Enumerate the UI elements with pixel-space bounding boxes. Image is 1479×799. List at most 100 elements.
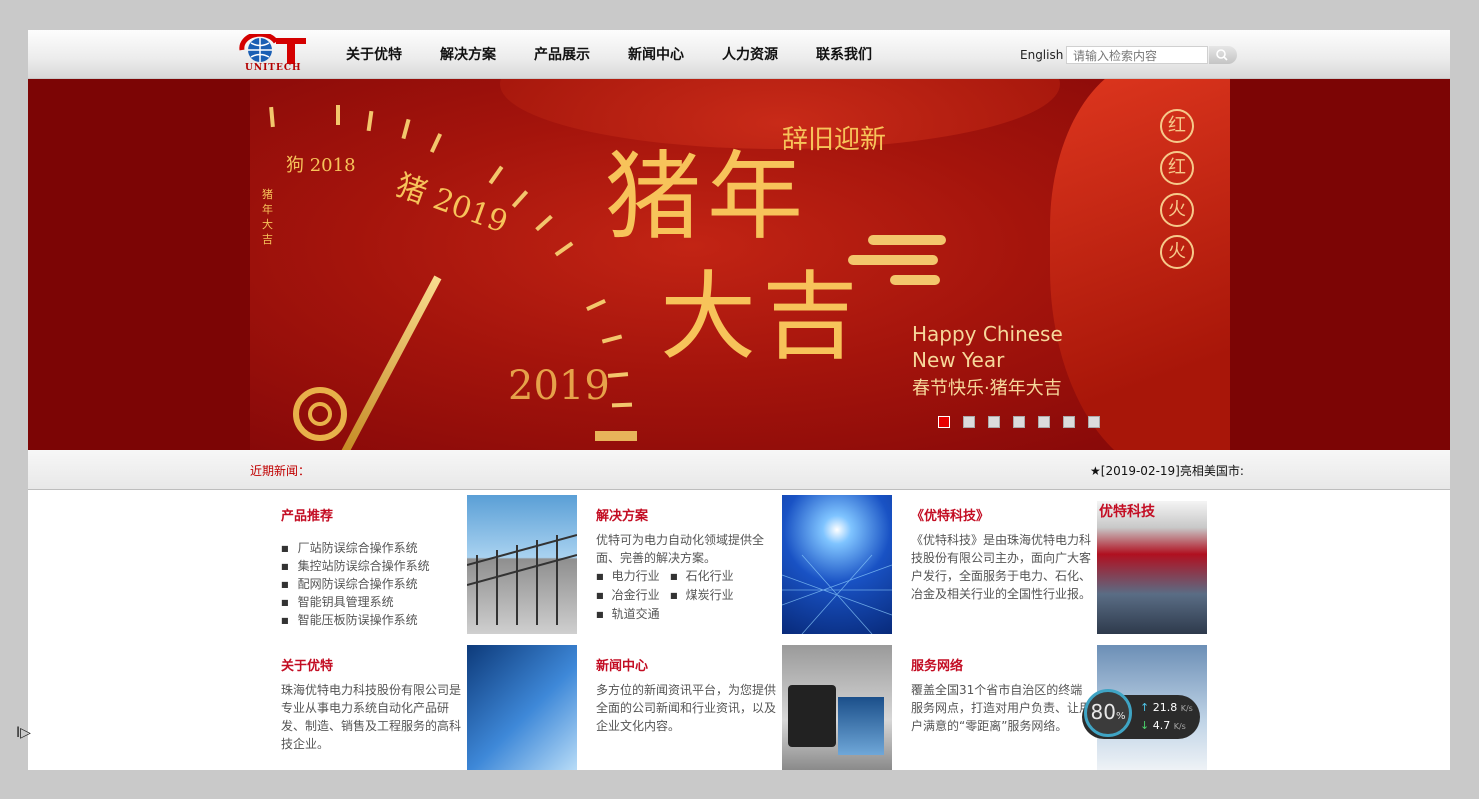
solution-item[interactable]: 电力行业 [596, 567, 670, 586]
slider-dot-4[interactable] [1013, 416, 1025, 428]
download-speed: ↓ 4.7 K/s [1140, 719, 1186, 732]
search-icon [1216, 49, 1228, 61]
dial-tick [535, 214, 553, 232]
nav-solutions[interactable]: 解决方案 [440, 44, 496, 64]
dial-base [595, 431, 637, 441]
logo-text: UNITECH [245, 63, 302, 73]
upload-arrow-icon: ↑ [1140, 701, 1150, 714]
product-item[interactable]: 智能钥具管理系统 [281, 593, 430, 611]
dial-tick [336, 105, 340, 125]
speed-percent-ring: 80% [1084, 689, 1132, 737]
news-bar: 近期新闻： ★[2019-02-19]亮相美国市: [28, 450, 1450, 490]
news-image[interactable] [782, 645, 892, 770]
nav-contact[interactable]: 联系我们 [816, 44, 872, 64]
slider-dot-3[interactable] [988, 416, 1000, 428]
network-graphic [782, 554, 892, 634]
nav-hr[interactable]: 人力资源 [722, 44, 778, 64]
slider-dot-7[interactable] [1088, 416, 1100, 428]
cloud-decoration [848, 255, 938, 265]
cloud-decoration [890, 275, 940, 285]
upload-speed: ↑ 21.8 K/s [1140, 701, 1193, 714]
ornament-icon [293, 387, 347, 441]
speed-percent: 80 [1090, 700, 1116, 724]
banner-gou-text: 狗 2018 [286, 155, 356, 176]
about-title[interactable]: 关于优特 [281, 655, 333, 674]
circle-char-3: 火 [1160, 193, 1194, 227]
magazine-cover-title: 优特科技 [1099, 504, 1155, 520]
news-title[interactable]: 新闻中心 [596, 655, 648, 674]
solution-item[interactable]: 轨道交通 [596, 605, 670, 624]
nav-about[interactable]: 关于优特 [346, 44, 402, 64]
products-title[interactable]: 产品推荐 [281, 505, 333, 524]
search-input[interactable]: 请输入检索内容 [1066, 46, 1208, 64]
service-title[interactable]: 服务网络 [911, 655, 963, 674]
news-desc: 多方位的新闻资讯平台，为您提供全面的公司新闻和行业资讯，以及企业文化内容。 [596, 683, 777, 733]
substation-image[interactable] [467, 495, 577, 634]
page: UNITECH 关于优特 解决方案 产品展示 新闻中心 人力资源 联系我们 En… [28, 30, 1450, 770]
product-item[interactable]: 智能压板防误操作系统 [281, 611, 430, 629]
solutions-title[interactable]: 解决方案 [596, 505, 648, 524]
nav-products[interactable]: 产品展示 [534, 44, 590, 64]
circle-char-4: 火 [1160, 235, 1194, 269]
network-speed-widget[interactable]: 80% ↑ 21.8 K/s ↓ 4.7 K/s [1082, 689, 1200, 739]
network-image[interactable] [782, 495, 892, 634]
magazine-graphic [838, 697, 884, 755]
dial-tick [429, 133, 443, 153]
header: UNITECH 关于优特 解决方案 产品展示 新闻中心 人力资源 联系我们 En… [28, 30, 1450, 79]
hero-banner: 狗 2018 猪年大吉 猪 2019 2019 猪年 大吉 辞旧迎新 Happy… [28, 79, 1450, 450]
solution-item[interactable]: 煤炭行业 [670, 586, 744, 605]
upload-value: 21.8 [1152, 701, 1178, 714]
solution-item[interactable]: 石化行业 [670, 567, 744, 586]
banner-english-2: New Year [912, 348, 1005, 372]
slider-dot-1[interactable] [938, 416, 950, 428]
upload-unit: K/s [1180, 704, 1193, 713]
banner-english-1: Happy Chinese [912, 322, 1063, 346]
slider-dot-6[interactable] [1063, 416, 1075, 428]
dial-tick [366, 110, 374, 132]
substation-graphic [467, 534, 577, 625]
banner-headline-2: 大吉 [660, 261, 864, 373]
cloud-decoration [868, 235, 946, 245]
dial-tick [488, 165, 504, 185]
slider-dots [938, 416, 1113, 428]
banner-slide[interactable]: 狗 2018 猪年大吉 猪 2019 2019 猪年 大吉 辞旧迎新 Happy… [250, 79, 1230, 450]
about-image[interactable] [467, 645, 577, 770]
slider-dot-2[interactable] [963, 416, 975, 428]
nav-news[interactable]: 新闻中心 [628, 44, 684, 64]
dial-tick [601, 334, 623, 344]
news-label: 近期新闻： [250, 464, 311, 478]
product-item[interactable]: 配网防误综合操作系统 [281, 575, 430, 593]
slider-dot-5[interactable] [1038, 416, 1050, 428]
search-button[interactable] [1209, 46, 1237, 64]
dial-tick [269, 106, 275, 128]
magazine-cover[interactable]: 优特科技 [1097, 501, 1207, 634]
products-list: 厂站防误综合操作系统 集控站防误综合操作系统 配网防误综合操作系统 智能钥具管理… [281, 539, 430, 629]
banner-tagline: 辞旧迎新 [782, 125, 887, 155]
news-ticker-link[interactable]: ★[2019-02-19]亮相美国市: [1090, 462, 1244, 479]
circle-char-2: 红 [1160, 151, 1194, 185]
main-nav: 关于优特 解决方案 产品展示 新闻中心 人力资源 联系我们 [346, 44, 910, 64]
banner-year: 2019 [508, 363, 610, 409]
download-unit: K/s [1173, 722, 1186, 731]
service-desc: 覆盖全国31个省市自治区的终端服务网点，打造对用户负责、让用户满意的“零距离”服… [911, 683, 1092, 733]
curtain-decoration-right [1050, 79, 1230, 450]
magazine-title[interactable]: 《优特科技》 [911, 505, 989, 524]
solutions-list: 电力行业石化行业 冶金行业煤炭行业 轨道交通 [596, 567, 768, 624]
magazine-desc: 《优特科技》是由珠海优特电力科技股份有限公司主办，面向广大客户发行，全面服务于电… [911, 533, 1092, 601]
phone-graphic [788, 685, 836, 747]
download-value: 4.7 [1152, 719, 1171, 732]
dial-tick [401, 118, 411, 140]
dial-tick [611, 402, 633, 408]
language-link[interactable]: English [1020, 48, 1063, 62]
text-cursor-icon: I▷ [16, 725, 31, 741]
solutions-desc: 优特可为电力自动化领域提供全面、完善的解决方案。 [596, 533, 765, 565]
dial-tick [607, 372, 629, 378]
circle-char-1: 红 [1160, 109, 1194, 143]
product-item[interactable]: 厂站防误综合操作系统 [281, 539, 430, 557]
about-desc: 珠海优特电力科技股份有限公司是专业从事电力系统自动化产品研发、制造、销售及工程服… [281, 683, 462, 751]
product-item[interactable]: 集控站防误综合操作系统 [281, 557, 430, 575]
solution-item[interactable]: 冶金行业 [596, 586, 670, 605]
speed-percent-sign: % [1115, 711, 1126, 722]
banner-headline-1: 猪年 [605, 141, 809, 253]
banner-chinese-greeting: 春节快乐·猪年大吉 [912, 378, 1062, 399]
